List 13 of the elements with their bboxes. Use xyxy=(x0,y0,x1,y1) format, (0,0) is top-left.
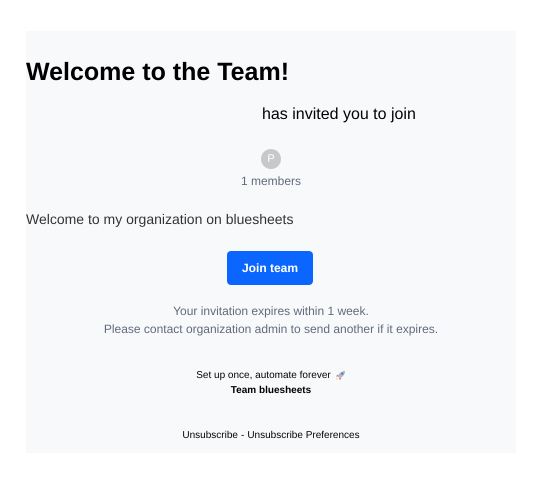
welcome-message: Welcome to my organization on bluesheets xyxy=(26,211,294,227)
email-title: Welcome to the Team! xyxy=(26,57,290,87)
unsubscribe-link[interactable]: Unsubscribe xyxy=(182,428,238,443)
signature: Team bluesheets xyxy=(230,384,312,398)
join-team-button[interactable]: Join team xyxy=(227,251,313,285)
invite-text: has invited you to join xyxy=(262,106,416,123)
tagline: Set up once, automate forever xyxy=(196,369,331,383)
expiry-note: Please contact organization admin to send another if it expires. xyxy=(104,321,438,338)
separator: - xyxy=(240,429,244,443)
rocket-icon xyxy=(334,370,346,381)
member-count: 1 members xyxy=(240,174,302,188)
expiry-note: Your invitation expires within 1 week. xyxy=(173,303,369,320)
preferences-link[interactable]: Unsubscribe Preferences xyxy=(247,428,360,443)
